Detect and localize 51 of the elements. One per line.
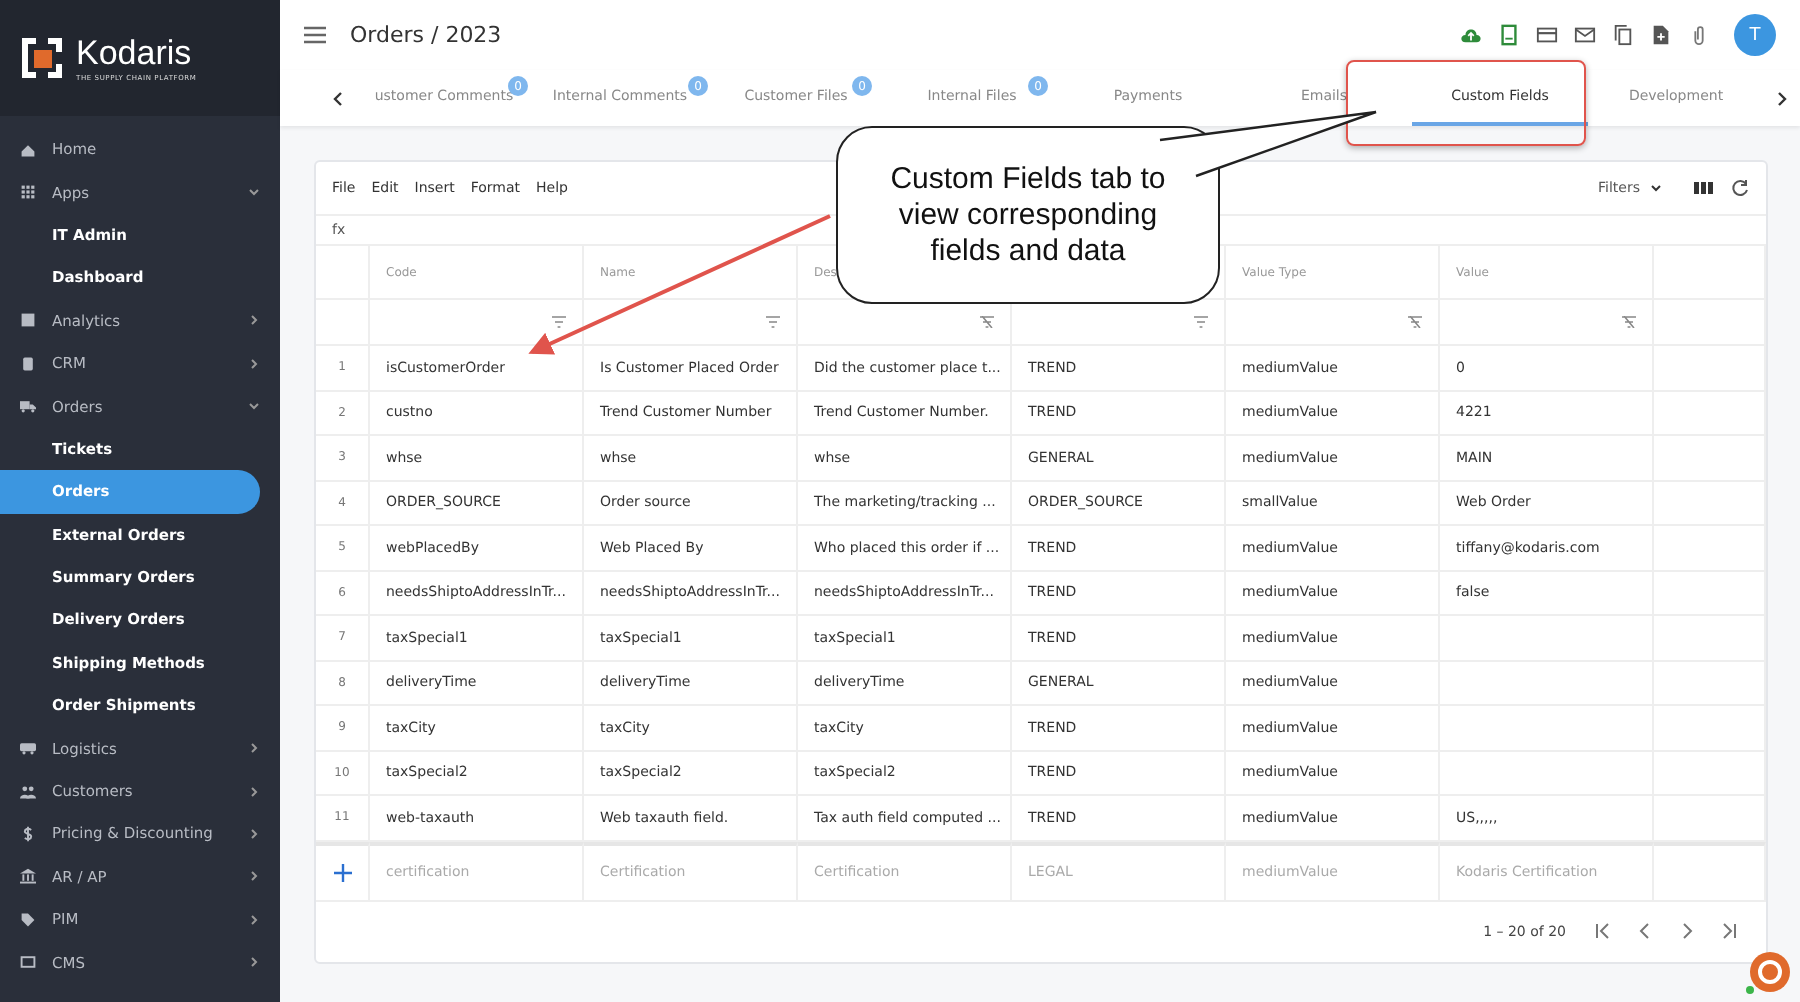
chevron-right-icon xyxy=(248,742,260,755)
last-page-icon[interactable] xyxy=(1720,922,1738,940)
logo-icon xyxy=(20,36,64,80)
menu-icon[interactable] xyxy=(304,26,326,44)
filter-off-icon[interactable] xyxy=(1408,316,1422,328)
chat-widget-icon[interactable] xyxy=(1744,948,1792,996)
callout-tooltip: Custom Fields tab to view corresponding fields and data xyxy=(836,126,1220,304)
brand-name: Kodaris xyxy=(76,34,194,74)
dollar-icon xyxy=(20,825,36,842)
tag-icon xyxy=(20,911,36,928)
mail-icon[interactable] xyxy=(1574,24,1596,46)
chevron-right-icon xyxy=(248,357,260,370)
refresh-icon[interactable] xyxy=(1730,178,1750,198)
first-page-icon[interactable] xyxy=(1594,922,1612,940)
chevron-down-icon xyxy=(248,400,260,413)
page-title: Orders / 2023 xyxy=(350,22,504,48)
grid-icon xyxy=(20,184,36,201)
bank-icon xyxy=(20,868,36,885)
next-page-icon[interactable] xyxy=(1678,922,1696,940)
filter-icon[interactable] xyxy=(1194,316,1208,328)
chevron-down-icon[interactable] xyxy=(1650,182,1662,194)
people-icon xyxy=(20,783,36,800)
cloud-upload-icon[interactable] xyxy=(1460,24,1482,46)
chevron-right-icon xyxy=(248,956,260,969)
columns-icon[interactable] xyxy=(1694,178,1714,198)
truck-icon xyxy=(20,398,36,415)
chevron-left-icon[interactable] xyxy=(332,91,344,105)
filter-icon[interactable] xyxy=(766,316,780,328)
contact-icon xyxy=(20,355,36,372)
chart-icon xyxy=(20,312,36,329)
add-file-icon[interactable] xyxy=(1650,24,1672,46)
window-icon xyxy=(20,954,36,971)
chevron-right-icon xyxy=(248,785,260,798)
new-row-field[interactable] xyxy=(1654,841,1766,901)
van-icon xyxy=(20,740,36,757)
add-icon[interactable] xyxy=(333,863,351,881)
filter-icon[interactable] xyxy=(552,316,566,328)
chevron-right-icon xyxy=(248,913,260,926)
previous-page-icon[interactable] xyxy=(1636,922,1654,940)
filter-off-icon[interactable] xyxy=(980,316,994,328)
filter-off-icon[interactable] xyxy=(1622,316,1636,328)
copy-icon[interactable] xyxy=(1612,24,1634,46)
credit-card-icon[interactable] xyxy=(1536,24,1558,46)
chevron-right-icon[interactable] xyxy=(1776,91,1788,105)
paperclip-icon[interactable] xyxy=(1688,24,1710,46)
chevron-down-icon xyxy=(248,186,260,199)
chevron-right-icon xyxy=(248,827,260,840)
chevron-right-icon xyxy=(248,870,260,883)
chevron-right-icon xyxy=(248,314,260,327)
document-icon[interactable] xyxy=(1498,24,1520,46)
home-icon xyxy=(20,141,36,158)
